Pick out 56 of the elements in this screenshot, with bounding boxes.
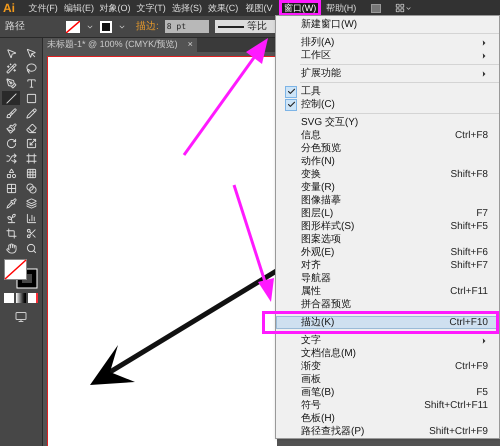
menu-item[interactable]: 变量(R) <box>276 181 499 194</box>
menu-item[interactable]: 排列(A) <box>276 36 499 49</box>
color-mode-icon[interactable] <box>4 293 14 303</box>
menu-item[interactable]: 工作区 <box>276 49 499 62</box>
menu-item[interactable]: 图形样式(S) Shift+F5 <box>276 220 499 233</box>
menu-bar-item[interactable]: 帮助(H) <box>323 3 359 13</box>
none-mode-icon[interactable] <box>28 293 38 303</box>
menu-item[interactable]: 导航器 <box>276 272 499 285</box>
menu-item[interactable]: 图层(L) F7 <box>276 207 499 220</box>
menu-bar-item[interactable]: 窗口(W) <box>282 3 318 13</box>
stroke-swatch[interactable] <box>100 20 112 32</box>
stroke-label: 描边: <box>136 20 159 34</box>
menu-item[interactable]: 分色预览 <box>276 142 499 155</box>
menu-item[interactable]: 文字 <box>276 334 499 347</box>
menu-item[interactable]: 符号 Shift+Ctrl+F11 <box>276 399 499 412</box>
menu-item[interactable]: 文档信息(M) <box>276 347 499 360</box>
menu-item[interactable]: SVG 交互(Y) <box>276 116 499 129</box>
document-title: 未标题-1* @ 100% (CMYK/预览) <box>47 38 178 52</box>
document-tab[interactable]: 未标题-1* @ 100% (CMYK/预览) × <box>43 38 197 52</box>
menu-bar-item[interactable]: 视图(V <box>241 3 277 13</box>
menu-item[interactable]: 信息 Ctrl+F8 <box>276 129 499 142</box>
fill-stroke-swatches-drawing[interactable] <box>4 259 38 289</box>
menu-item[interactable]: 描边(K) Ctrl+F10 <box>276 316 499 329</box>
menu-item[interactable]: 变换 Shift+F8 <box>276 168 499 181</box>
menu-item[interactable]: 画板 <box>276 373 499 386</box>
stroke-weight-field[interactable]: 8 pt <box>164 20 209 33</box>
menu-item[interactable]: 拼合器预览 <box>276 298 499 311</box>
menu-bar-item[interactable]: 对象(O) <box>97 3 133 13</box>
app-logo: Ai <box>2 0 16 17</box>
menu-item[interactable]: 扩展功能 <box>276 67 499 80</box>
menu-item[interactable]: 工具 <box>276 85 499 98</box>
menu-item[interactable]: 新建窗口(W) <box>276 18 499 31</box>
menu-item[interactable]: 外观(E) Shift+F6 <box>276 246 499 259</box>
menu-item[interactable]: 动作(N) <box>276 155 499 168</box>
menu-item[interactable]: 对齐 Shift+F7 <box>276 259 499 272</box>
object-type-label: 路径 <box>5 20 26 34</box>
fill-swatch[interactable] <box>66 20 80 32</box>
menu-item[interactable]: 画笔(B) F5 <box>276 386 499 399</box>
close-tab-button[interactable]: × <box>188 38 193 52</box>
menu-item[interactable]: 路径查找器(P) Shift+Ctrl+F9 <box>276 425 499 438</box>
menu-item[interactable]: 色板(H) <box>276 412 499 425</box>
menu-item[interactable]: 渐变 Ctrl+F9 <box>276 360 499 373</box>
workspace-switcher-icon[interactable] <box>395 3 412 13</box>
menu-item[interactable]: 属性 Ctrl+F11 <box>276 285 499 298</box>
menu-bar-item[interactable]: 编辑(E) <box>61 3 97 13</box>
screen-mode-icon[interactable] <box>15 311 27 323</box>
menu-item[interactable]: 图像描摹 <box>276 194 499 207</box>
menu-item[interactable]: 图案选项 <box>276 233 499 246</box>
bridge-icon[interactable] <box>371 4 381 12</box>
menu-bar-item[interactable]: 文件(F) <box>25 3 61 13</box>
profile-dropdown[interactable]: 等比 <box>214 20 275 33</box>
menu-bar-item[interactable]: 文字(T) <box>133 3 169 13</box>
menu-bar-item[interactable]: 选择(S) <box>169 3 205 13</box>
menu-item[interactable]: 控制(C) <box>276 98 499 111</box>
menu-bar-item[interactable]: 效果(C) <box>205 3 241 13</box>
gradient-mode-icon[interactable] <box>16 293 26 303</box>
